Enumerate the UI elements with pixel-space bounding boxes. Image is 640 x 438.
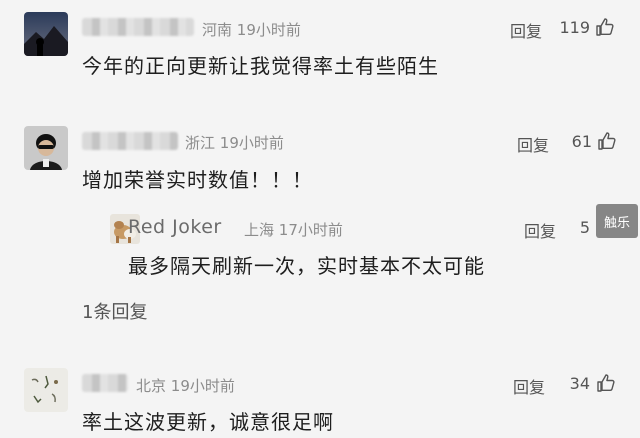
comment-2: 浙江 19小时前 回复 61 增加荣誉实时数值！！！ Red Joker 上海 …: [0, 110, 640, 340]
location: 浙江: [185, 134, 216, 152]
location: 北京: [136, 377, 167, 395]
comment-text: 率土这波更新，诚意很足啊: [82, 410, 334, 434]
comment-meta: 河南 19小时前: [202, 19, 301, 40]
comment-meta: 北京 19小时前: [136, 375, 235, 396]
reply-button[interactable]: 回复: [510, 18, 542, 42]
reply-text: 最多隔天刷新一次，实时基本不太可能: [128, 254, 485, 278]
avatar[interactable]: [24, 126, 68, 170]
watermark-logo: 触乐: [596, 204, 638, 238]
thumbs-up-icon[interactable]: [596, 373, 616, 393]
username-blurred[interactable]: [82, 18, 194, 36]
username-blurred[interactable]: [82, 132, 178, 150]
timestamp: 19小时前: [170, 377, 235, 395]
like-count: 34: [569, 374, 590, 393]
like-count: 5: [579, 218, 590, 237]
timestamp: 19小时前: [219, 134, 284, 152]
comment-1: 河南 19小时前 回复 119 今年的正向更新让我觉得率土有些陌生: [0, 0, 640, 90]
more-replies-link[interactable]: 1条回复: [82, 298, 147, 324]
location: 河南: [202, 21, 233, 39]
avatar[interactable]: [24, 12, 68, 56]
nested-reply: Red Joker 上海 17小时前 回复 5 最多隔天刷新一次，实时基本不太可…: [0, 210, 640, 280]
comment-text: 今年的正向更新让我觉得率土有些陌生: [82, 54, 439, 78]
timestamp: 17小时前: [278, 221, 343, 239]
like-count: 61: [571, 132, 592, 151]
comment-text: 增加荣誉实时数值！！！: [82, 168, 313, 192]
avatar[interactable]: [24, 368, 68, 412]
comment-3: 北京 19小时前 回复 34 率土这波更新，诚意很足啊: [0, 360, 640, 438]
reply-meta: 上海 17小时前: [244, 219, 343, 240]
thumbs-up-icon[interactable]: [595, 17, 615, 37]
reply-button[interactable]: 回复: [513, 374, 545, 398]
username-blurred[interactable]: [82, 374, 128, 392]
like-count: 119: [559, 18, 590, 37]
reply-username[interactable]: Red Joker: [128, 216, 222, 238]
comment-meta: 浙江 19小时前: [185, 132, 284, 153]
location: 上海: [244, 221, 275, 239]
thumbs-up-icon[interactable]: [597, 131, 617, 151]
reply-button[interactable]: 回复: [517, 132, 549, 156]
timestamp: 19小时前: [236, 21, 301, 39]
